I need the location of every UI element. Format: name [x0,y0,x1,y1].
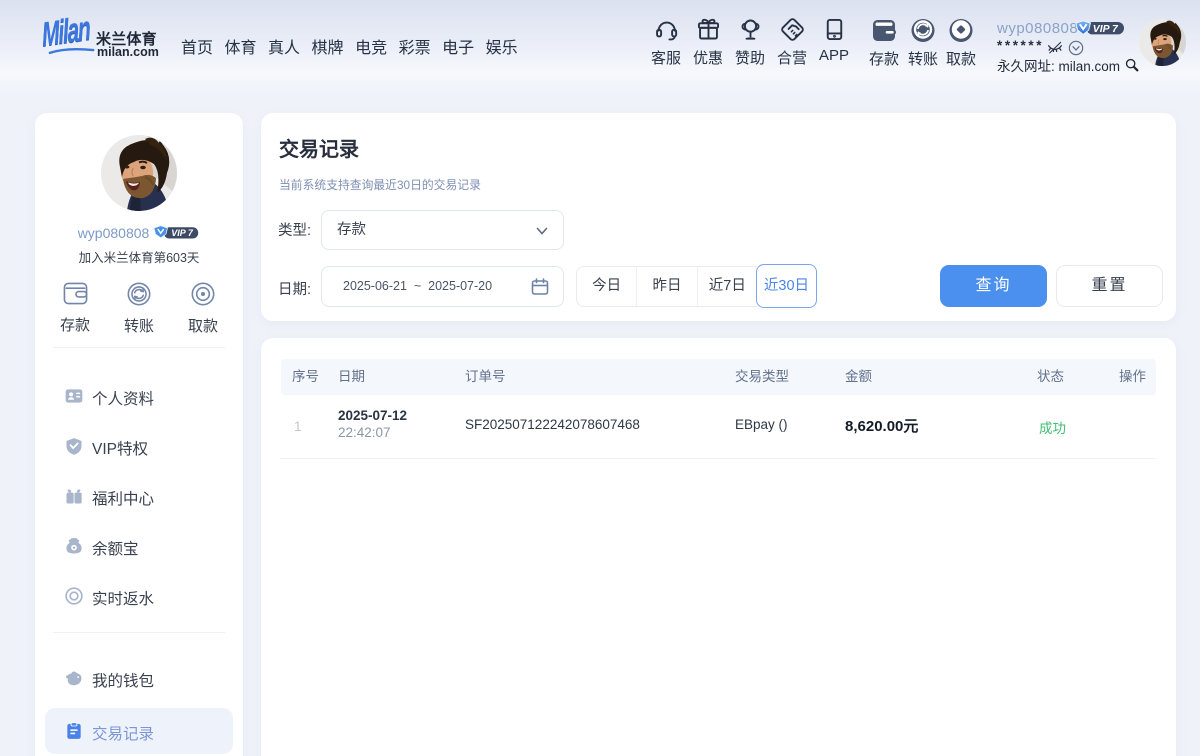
svg-text:VIP 7: VIP 7 [172,228,195,238]
svg-text:VIP 7: VIP 7 [1093,24,1119,35]
